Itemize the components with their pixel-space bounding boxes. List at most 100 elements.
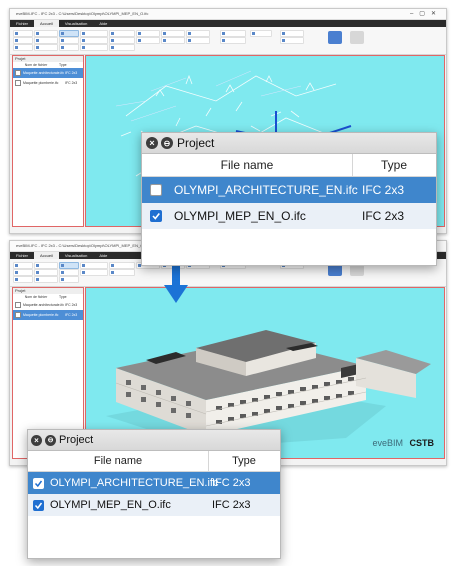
table-row[interactable]: OLYMPI_ARCHITECTURE_EN.ifc IFC 2x3	[28, 472, 280, 494]
file-name: OLYMPI_ARCHITECTURE_EN.ifc	[50, 477, 219, 489]
col-file-name[interactable]: File name	[142, 154, 353, 176]
arrow-down-icon	[164, 265, 188, 303]
ribbon-button[interactable]	[220, 37, 246, 44]
dialog-title-bar: × ⊖ Project	[142, 133, 436, 154]
ribbon-button[interactable]	[250, 30, 272, 37]
row-checkbox[interactable]	[15, 312, 21, 318]
ribbon-button[interactable]	[80, 262, 108, 269]
ribbon-button[interactable]	[59, 44, 79, 51]
ribbon-button[interactable]	[80, 30, 108, 37]
table-header: File name Type	[142, 154, 436, 177]
ribbon-button[interactable]	[34, 269, 58, 276]
file-name: OLYMPI_ARCHITECTURE_EN.ifc	[174, 183, 358, 197]
restore-icon[interactable]: ⊖	[45, 434, 56, 446]
brand-watermark: eveBIM CSTB	[372, 438, 434, 448]
table-row[interactable]: OLYMPI_ARCHITECTURE_EN.ifc IFC 2x3	[142, 177, 436, 203]
ribbon-button[interactable]	[109, 30, 135, 37]
file-name: OLYMPI_MEP_EN_O.ifc	[174, 209, 306, 223]
menu-file[interactable]: Fichier	[10, 20, 34, 27]
menu-help[interactable]: Aide	[93, 20, 113, 27]
file-type: IFC 2x3	[212, 499, 251, 511]
ribbon-button[interactable]	[220, 30, 246, 37]
restore-icon[interactable]: ⊖	[161, 137, 173, 149]
ribbon-button[interactable]	[13, 262, 33, 269]
menu-file[interactable]: Fichier	[10, 252, 34, 259]
check-icon	[34, 480, 43, 487]
panel-file-row[interactable]: Maquette architecturale.ifc IFC 2x3	[13, 68, 83, 78]
ribbon-button[interactable]	[13, 44, 33, 51]
ribbon-button[interactable]	[280, 37, 304, 44]
row-checkbox-checked[interactable]	[33, 477, 44, 489]
panel-file-row[interactable]: Maquette plomberie.ifc IFC 2x3	[13, 310, 83, 320]
ribbon-button[interactable]	[109, 37, 135, 44]
ribbon-button[interactable]	[59, 269, 79, 276]
file-type: IFC 2x3	[362, 183, 405, 197]
menu-view[interactable]: Visualisation	[59, 20, 93, 27]
ribbon-button[interactable]	[136, 30, 160, 37]
ribbon-button[interactable]	[186, 30, 210, 37]
window-controls[interactable]: –▢✕	[410, 9, 442, 19]
ribbon-button[interactable]	[109, 262, 135, 269]
ribbon-button[interactable]	[80, 269, 108, 276]
ribbon-button-active[interactable]	[59, 262, 79, 269]
window-title: eveBIM-IFC - IFC 2x3 - C:\Users\Desktop\…	[16, 11, 149, 16]
table-header: File name Type	[28, 451, 280, 472]
file-type: IFC 2x3	[212, 477, 251, 489]
menu-bar: Fichier Accueil Visualisation Aide	[10, 20, 446, 27]
table-row[interactable]: OLYMPI_MEP_EN_O.ifc IFC 2x3	[28, 494, 280, 516]
ribbon-button[interactable]	[34, 276, 58, 283]
ribbon-button[interactable]	[280, 30, 304, 37]
ribbon-large-icon[interactable]	[350, 31, 364, 44]
row-checkbox-checked[interactable]	[150, 210, 162, 222]
project-dialog-top: × ⊖ Project File name Type OLYMPI_ARCHIT…	[141, 132, 437, 266]
file-type: IFC 2x3	[362, 209, 405, 223]
ribbon-button[interactable]	[13, 30, 33, 37]
ribbon-large-icon[interactable]	[328, 31, 342, 44]
ribbon-button[interactable]	[136, 37, 160, 44]
check-icon	[152, 213, 160, 220]
close-icon[interactable]: ×	[31, 434, 42, 446]
ribbon-button[interactable]	[59, 37, 79, 44]
ribbon-button[interactable]	[186, 37, 210, 44]
menu-home[interactable]: Accueil	[34, 252, 59, 259]
ribbon-button[interactable]	[80, 44, 108, 51]
ribbon-button-active[interactable]	[59, 30, 79, 37]
menu-home[interactable]: Accueil	[34, 20, 59, 27]
ribbon-button[interactable]	[109, 269, 135, 276]
row-checkbox-checked[interactable]	[33, 499, 44, 511]
dialog-title: Project	[177, 136, 215, 150]
ribbon-button[interactable]	[161, 37, 185, 44]
ribbon-button[interactable]	[80, 37, 108, 44]
ribbon-button[interactable]	[59, 276, 79, 283]
project-dialog-bottom: × ⊖ Project File name Type OLYMPI_ARCHIT…	[27, 429, 281, 559]
ribbon-button[interactable]	[34, 30, 58, 37]
dialog-title-bar: × ⊖ Project	[28, 430, 280, 451]
check-icon	[34, 502, 43, 509]
ribbon-button[interactable]	[34, 37, 58, 44]
close-icon[interactable]: ×	[146, 137, 158, 149]
ribbon-button[interactable]	[13, 269, 33, 276]
ribbon-button[interactable]	[34, 262, 58, 269]
row-checkbox[interactable]	[15, 80, 21, 86]
project-panel-mini: Projet Nom de fichier Type Maquette arch…	[12, 55, 84, 227]
dialog-title: Project	[59, 434, 94, 446]
menu-view[interactable]: Visualisation	[59, 252, 93, 259]
row-checkbox[interactable]	[150, 184, 162, 196]
table-row[interactable]: OLYMPI_MEP_EN_O.ifc IFC 2x3	[142, 203, 436, 229]
col-file-name[interactable]: File name	[28, 451, 209, 471]
panel-file-row[interactable]: Maquette plomberie.ifc IFC 2x3	[13, 78, 83, 88]
row-checkbox[interactable]	[15, 70, 21, 76]
col-type[interactable]: Type	[209, 451, 279, 471]
ribbon-button[interactable]	[109, 44, 135, 51]
ribbon-button[interactable]	[161, 30, 185, 37]
window-title-bar: eveBIM-IFC - IFC 2x3 - C:\Users\Desktop\…	[10, 9, 446, 20]
col-type[interactable]: Type	[353, 154, 435, 176]
panel-file-row[interactable]: Maquette architecturale.ifc IFC 2x3	[13, 300, 83, 310]
menu-help[interactable]: Aide	[93, 252, 113, 259]
window-title: eveBIM-IFC - IFC 2x3 - C:\Users\Desktop\…	[16, 243, 149, 248]
ribbon-button[interactable]	[34, 44, 58, 51]
ribbon-button[interactable]	[13, 37, 33, 44]
row-checkbox[interactable]	[15, 302, 21, 308]
ribbon-button[interactable]	[13, 276, 33, 283]
file-name: OLYMPI_MEP_EN_O.ifc	[50, 499, 171, 511]
